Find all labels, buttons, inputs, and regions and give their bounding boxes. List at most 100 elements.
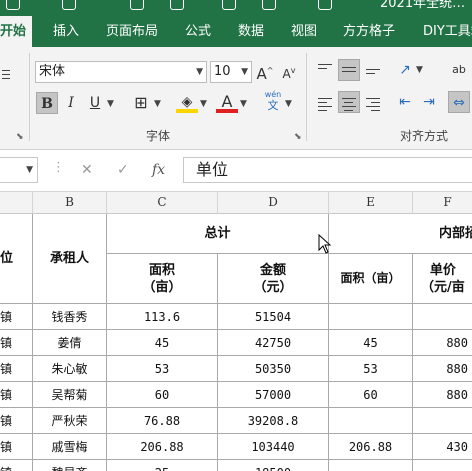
cell-internal-area[interactable] xyxy=(329,304,413,330)
cell-area[interactable]: 113.6 xyxy=(107,304,218,330)
header-unit-price[interactable]: 单价 （元/亩 xyxy=(413,254,472,304)
column-header-a[interactable] xyxy=(0,192,33,214)
align-center-button[interactable] xyxy=(338,91,360,113)
orientation-options-icon[interactable]: ▼ xyxy=(416,65,423,75)
cell-unit-price[interactable] xyxy=(413,460,472,471)
open-icon[interactable] xyxy=(262,0,276,10)
phonetic-button[interactable]: wén 文 xyxy=(262,89,284,111)
font-launcher-icon[interactable]: ⬊ xyxy=(294,132,302,142)
cell-unit[interactable]: 镇 xyxy=(0,356,33,382)
cell-area[interactable]: 53 xyxy=(107,356,218,382)
cell-amount[interactable]: 103440 xyxy=(218,434,329,460)
cell-lessee[interactable]: 严秋荣 xyxy=(33,408,107,434)
header-amount[interactable]: 金额 （元） xyxy=(218,254,329,304)
name-box[interactable]: ▼ xyxy=(0,157,38,183)
header-internal-area[interactable]: 面积（亩） xyxy=(329,254,413,304)
undo-icon[interactable] xyxy=(130,0,144,10)
orientation-icon[interactable]: ↗ xyxy=(394,59,416,81)
cell-unit-price[interactable] xyxy=(413,408,472,434)
cell-lessee[interactable]: 戚雪梅 xyxy=(33,434,107,460)
insert-function-icon[interactable]: fx xyxy=(152,162,165,178)
cancel-icon[interactable]: ✕ xyxy=(81,162,93,178)
cell-unit[interactable]: 镇 xyxy=(0,408,33,434)
header-area[interactable]: 面积 （亩） xyxy=(107,254,218,304)
cell-amount[interactable]: 50350 xyxy=(218,356,329,382)
increase-font-size-button[interactable]: A^ xyxy=(254,60,276,83)
column-header-b[interactable]: B xyxy=(33,192,107,214)
cell-unit-price[interactable]: 880 xyxy=(413,382,472,408)
tab-fangfange[interactable]: 方方格子 xyxy=(343,16,395,47)
tab-diy-toolbox[interactable]: DIY工具箱 xyxy=(423,16,472,47)
cell-unit[interactable]: 镇 xyxy=(0,434,33,460)
border-button[interactable]: ⊞ xyxy=(130,92,152,114)
quick-print-icon[interactable] xyxy=(170,0,184,10)
cell-unit-price[interactable] xyxy=(413,304,472,330)
cell-internal-area[interactable]: 45 xyxy=(329,330,413,356)
header-total[interactable]: 总计 xyxy=(107,214,329,254)
fill-color-button[interactable]: ◈ xyxy=(176,91,198,113)
font-name-dropdown[interactable]: 宋体 ▼ xyxy=(35,61,207,83)
font-color-options-icon[interactable]: ▼ xyxy=(240,99,247,109)
cell-unit[interactable]: 镇 xyxy=(0,330,33,356)
align-right-icon[interactable] xyxy=(366,95,380,114)
save-icon[interactable] xyxy=(62,0,76,10)
cell-internal-area[interactable]: 60 xyxy=(329,382,413,408)
column-header-d[interactable]: D xyxy=(218,192,329,214)
align-middle-button[interactable] xyxy=(338,59,360,81)
tab-data[interactable]: 数据 xyxy=(238,16,264,47)
clipboard-launcher-icon[interactable]: ⬊ xyxy=(16,132,24,142)
cell-area[interactable]: 45 xyxy=(107,330,218,356)
column-header-e[interactable]: E xyxy=(329,192,413,214)
cell-lessee[interactable]: 吴帮菊 xyxy=(33,382,107,408)
clipboard-icon[interactable] xyxy=(2,67,10,82)
align-bottom-icon[interactable] xyxy=(366,66,380,77)
increase-indent-icon[interactable]: ⇥ xyxy=(418,91,440,113)
font-size-dropdown[interactable]: 10 ▼ xyxy=(210,61,252,83)
border-options-icon[interactable]: ▼ xyxy=(154,99,161,109)
cell-lessee[interactable]: 钱香秀 xyxy=(33,304,107,330)
cell-lessee[interactable]: 朱心敏 xyxy=(33,356,107,382)
column-header-f[interactable]: F xyxy=(413,192,472,214)
cell-amount[interactable]: 42750 xyxy=(218,330,329,356)
header-internal[interactable]: 内部招 xyxy=(329,214,472,254)
print-preview-icon[interactable] xyxy=(222,0,236,10)
merge-center-icon[interactable]: ⇔ xyxy=(448,91,470,113)
font-color-button[interactable]: A xyxy=(216,91,238,113)
tab-page-layout[interactable]: 页面布局 xyxy=(106,16,158,47)
cell-internal-area[interactable]: 206.88 xyxy=(329,434,413,460)
fill-color-options-icon[interactable]: ▼ xyxy=(200,99,207,109)
cell-amount[interactable]: 51504 xyxy=(218,304,329,330)
cell-internal-area[interactable] xyxy=(329,460,413,471)
cell-area[interactable]: 25 xyxy=(107,460,218,471)
cell-unit-price[interactable]: 880 xyxy=(413,356,472,382)
underline-button[interactable]: U xyxy=(84,92,106,114)
cell-amount[interactable]: 57000 xyxy=(218,382,329,408)
autosave-icon[interactable] xyxy=(6,0,20,10)
column-header-c[interactable]: C xyxy=(107,192,218,214)
formula-input[interactable]: 单位 xyxy=(183,157,472,183)
cell-amount[interactable]: 18500 xyxy=(218,460,329,471)
decrease-font-size-button[interactable]: Av xyxy=(278,60,300,82)
confirm-icon[interactable]: ✓ xyxy=(117,162,129,178)
cell-unit-price[interactable]: 430 xyxy=(413,434,472,460)
align-top-icon[interactable] xyxy=(318,61,332,72)
wrap-text-icon[interactable]: ab xyxy=(448,59,470,81)
header-lessee[interactable]: 承租人 xyxy=(33,214,107,304)
cell-area[interactable]: 60 xyxy=(107,382,218,408)
cell-lessee[interactable]: 姜倩 xyxy=(33,330,107,356)
tab-view[interactable]: 视图 xyxy=(291,16,317,47)
underline-options-icon[interactable]: ▼ xyxy=(107,99,114,109)
cell-unit-price[interactable]: 880 xyxy=(413,330,472,356)
cell-area[interactable]: 76.88 xyxy=(107,408,218,434)
cell-internal-area[interactable]: 53 xyxy=(329,356,413,382)
italic-button[interactable]: I xyxy=(60,92,82,114)
decrease-indent-icon[interactable]: ⇤ xyxy=(394,91,416,113)
tab-formulas[interactable]: 公式 xyxy=(185,16,211,47)
cell-unit[interactable]: 镇 xyxy=(0,460,33,471)
cell-area[interactable]: 206.88 xyxy=(107,434,218,460)
tab-insert[interactable]: 插入 xyxy=(53,16,79,47)
align-left-icon[interactable] xyxy=(318,95,332,114)
phonetic-options-icon[interactable]: ▼ xyxy=(285,99,292,109)
tab-home[interactable]: 开始 xyxy=(0,16,33,47)
customize-qa-icon[interactable] xyxy=(318,0,332,10)
